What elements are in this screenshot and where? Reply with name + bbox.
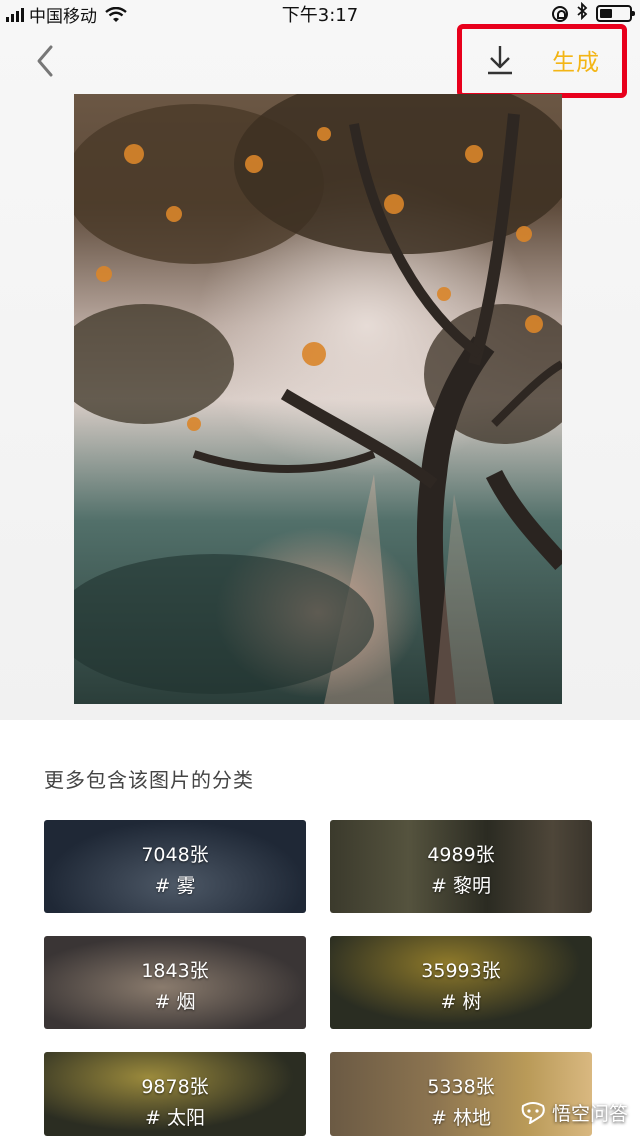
category-tile-tree[interactable]: 35993张 # 树	[330, 936, 592, 1029]
orientation-lock-icon	[552, 5, 568, 22]
watermark-text: 悟空问答	[551, 1103, 628, 1125]
status-bar: 中国移动 下午3:17	[0, 0, 640, 27]
category-count: 35993张	[421, 960, 501, 982]
watermark: 悟空问答	[520, 1099, 628, 1126]
category-count: 4989张	[427, 844, 495, 866]
category-tag: # 太阳	[145, 1107, 205, 1129]
category-tag: # 雾	[154, 875, 196, 897]
category-tile-smoke[interactable]: 1843张 # 烟	[44, 936, 306, 1029]
category-tag: # 黎明	[431, 875, 491, 897]
category-count: 1843张	[141, 960, 209, 982]
chevron-left-icon	[37, 45, 53, 77]
category-tile-sun[interactable]: 9878张 # 太阳	[44, 1052, 306, 1136]
category-tile-dawn[interactable]: 4989张 # 黎明	[330, 820, 592, 913]
battery-icon	[596, 5, 635, 22]
category-count: 7048张	[141, 844, 209, 866]
category-tile-fog[interactable]: 7048张 # 雾	[44, 820, 306, 913]
category-tag: # 烟	[154, 991, 196, 1013]
category-count: 9878张	[141, 1076, 209, 1098]
back-button[interactable]	[30, 42, 60, 80]
bluetooth-icon	[576, 1, 588, 25]
wukong-logo-icon	[520, 1101, 546, 1125]
main-photo[interactable]	[74, 94, 562, 704]
status-right	[552, 1, 635, 25]
category-tag: # 树	[440, 991, 482, 1013]
category-count: 5338张	[427, 1076, 495, 1098]
section-title: 更多包含该图片的分类	[44, 768, 254, 792]
annotation-highlight-box	[457, 24, 627, 98]
tree-illustration	[74, 94, 562, 704]
